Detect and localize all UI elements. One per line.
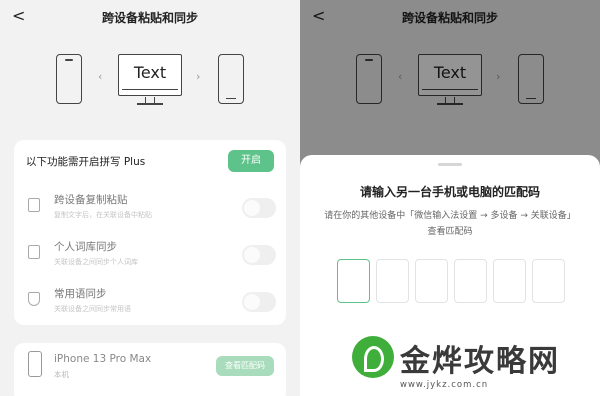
code-digit-input[interactable] [532, 259, 565, 303]
clipboard-icon [28, 198, 40, 212]
code-digit-input[interactable] [415, 259, 448, 303]
chevron-left-icon: ‹ [98, 70, 103, 83]
nav-bar: < 跨设备粘贴和同步 [0, 0, 300, 34]
device-illustration: ‹ Text › [0, 50, 300, 112]
clipboard-sync-toggle[interactable] [242, 198, 276, 218]
page-title: 跨设备粘贴和同步 [101, 11, 198, 25]
watermark-text: 金烨攻略网 [400, 344, 560, 379]
device-name: iPhone 13 Pro Max [54, 353, 152, 365]
dictionary-sync-toggle[interactable] [242, 245, 276, 265]
phone-illustration-icon [56, 54, 82, 104]
book-icon [28, 245, 40, 259]
enable-button[interactable]: 开启 [228, 150, 274, 172]
feature-name: 常用语同步 [54, 288, 107, 300]
code-digit-input[interactable] [493, 259, 526, 303]
feature-desc: 关联设备之间同步常用语 [54, 305, 131, 313]
left-screen: < 跨设备粘贴和同步 ‹ Text › 以下功能需开启拼写 Plus 开启 跨设… [0, 0, 300, 396]
sheet-description: 请在你的其他设备中「微信输入法设置 → 多设备 → 关联设备」查看匹配码 [324, 211, 576, 237]
sheet-title: 请输入另一台手机或电脑的匹配码 [359, 185, 540, 199]
box-icon [28, 292, 40, 306]
tablet-illustration-icon [218, 54, 244, 104]
sheet-handle[interactable] [438, 163, 462, 166]
phrases-sync-toggle[interactable] [242, 292, 276, 312]
feature-row-phrases: 常用语同步 关联设备之间同步常用语 [26, 284, 276, 324]
watermark: 金烨攻略网 www.jykz.com.cn [348, 330, 600, 396]
feature-row-dictionary: 个人词库同步 关联设备之间同步个人词库 [26, 237, 276, 277]
chevron-right-icon: › [196, 70, 201, 83]
monitor-text: Text [133, 63, 167, 82]
code-digit-input[interactable] [454, 259, 487, 303]
view-pair-code-button[interactable]: 查看匹配码 [216, 356, 274, 376]
device-card: iPhone 13 Pro Max 本机 查看匹配码 [14, 343, 286, 396]
feature-card: 以下功能需开启拼写 Plus 开启 跨设备复制粘贴 复制文字后，在关联设备中粘贴… [14, 140, 286, 325]
device-label: 本机 [54, 370, 69, 379]
watermark-url: www.jykz.com.cn [400, 380, 489, 390]
feature-name: 个人词库同步 [54, 241, 117, 253]
feature-row-clipboard: 跨设备复制粘贴 复制文字后，在关联设备中粘贴 [26, 190, 276, 230]
feature-name: 跨设备复制粘贴 [54, 194, 128, 206]
monitor-illustration-icon: Text [118, 54, 182, 96]
code-digit-input[interactable] [376, 259, 409, 303]
feature-desc: 复制文字后，在关联设备中粘贴 [54, 211, 152, 219]
watermark-logo-icon [352, 336, 394, 378]
feature-desc: 关联设备之间同步个人词库 [54, 258, 138, 266]
phone-icon [28, 351, 42, 377]
feature-card-heading: 以下功能需开启拼写 Plus [26, 156, 146, 168]
code-digit-input[interactable] [337, 259, 370, 303]
